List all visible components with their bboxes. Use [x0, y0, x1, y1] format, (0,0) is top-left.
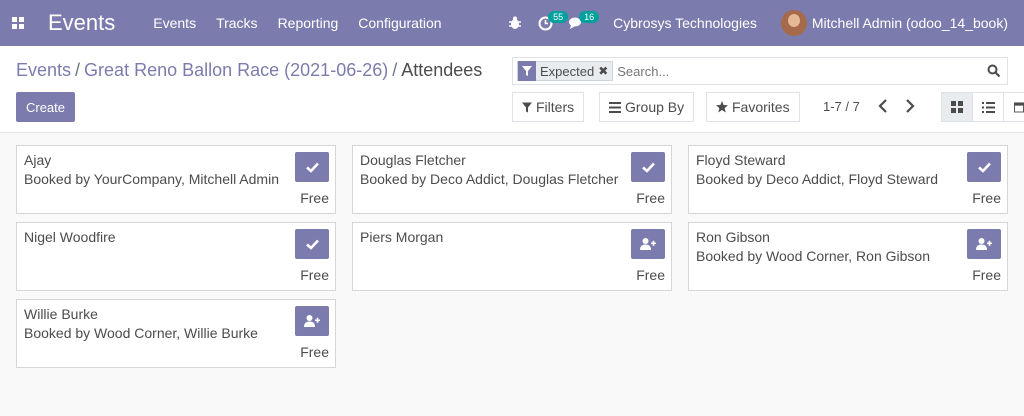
search-input[interactable] — [617, 59, 978, 83]
attendee-name: Ajay — [24, 152, 52, 168]
confirm-attendance-button[interactable] — [295, 229, 329, 259]
attendee-name: Nigel Woodfire — [24, 229, 116, 245]
register-attendee-button[interactable] — [967, 229, 1001, 259]
avatar — [780, 10, 807, 36]
list-view-button[interactable] — [972, 92, 1004, 122]
confirm-attendance-button[interactable] — [295, 152, 329, 182]
message-count-badge: 16 — [579, 11, 600, 23]
company-switcher[interactable]: Cybrosys Technologies — [613, 15, 757, 31]
confirm-attendance-button[interactable] — [631, 152, 665, 182]
search-bar: Expected ✖ — [512, 57, 1008, 85]
calendar-icon — [1014, 102, 1024, 113]
app-title[interactable]: Events — [48, 10, 115, 36]
control-panel: Events / Great Reno Ballon Race (2021-06-2… — [0, 46, 1024, 133]
attendee-price: Free — [300, 267, 329, 283]
chevron-left-icon[interactable] — [878, 99, 888, 113]
register-attendee-button[interactable] — [295, 306, 329, 336]
attendee-booked-by: Booked by Wood Corner, Ron Gibson — [696, 248, 930, 264]
group-by-label: Group By — [625, 99, 685, 115]
activity-button[interactable]: 55 — [538, 10, 569, 31]
breadcrumb-separator: / — [75, 60, 81, 80]
breadcrumb-separator: / — [392, 60, 398, 80]
search-facet: Expected ✖ — [517, 61, 614, 81]
facet-label: Expected — [540, 63, 595, 79]
calendar-view-button[interactable] — [1003, 92, 1024, 122]
attendee-card[interactable]: Ron Gibson Booked by Wood Corner, Ron Gi… — [688, 222, 1008, 291]
breadcrumb-current: Attendees — [401, 60, 483, 80]
user-menu[interactable]: Mitchell Admin (odoo_14_book) — [780, 10, 1008, 36]
top-navbar: Events Events Tracks Reporting Configura… — [0, 0, 1024, 46]
attendee-booked-by: Booked by Deco Addict, Douglas Fletcher — [360, 171, 619, 187]
register-attendee-button[interactable] — [631, 229, 665, 259]
menu-item-events[interactable]: Events — [153, 15, 196, 31]
user-plus-icon — [640, 238, 656, 250]
filters-button[interactable]: Filters — [512, 92, 585, 122]
debug-icon[interactable] — [508, 16, 522, 30]
favorites-label: Favorites — [732, 99, 790, 115]
filter-icon — [518, 61, 536, 81]
confirm-attendance-button[interactable] — [967, 152, 1001, 182]
filters-label: Filters — [536, 99, 575, 115]
create-button[interactable]: Create — [16, 92, 75, 122]
search-icon[interactable] — [987, 64, 1001, 78]
user-plus-icon — [304, 315, 320, 327]
attendee-price: Free — [636, 267, 665, 283]
filter-icon — [522, 102, 532, 112]
star-icon — [716, 101, 728, 113]
group-by-button[interactable]: Group By — [599, 92, 695, 122]
attendee-card[interactable]: Floyd Steward Booked by Deco Addict, Flo… — [688, 145, 1008, 214]
attendee-name: Willie Burke — [24, 306, 98, 322]
systray: 55 16 Cybrosys Technologies Mitchell Adm… — [508, 0, 1024, 46]
attendee-name: Douglas Fletcher — [360, 152, 466, 168]
grid-icon — [951, 101, 963, 113]
activity-count-badge: 55 — [548, 10, 569, 23]
attendee-name: Floyd Steward — [696, 152, 786, 168]
attendee-card[interactable]: Piers Morgan Free — [352, 222, 672, 291]
attendee-name: Piers Morgan — [360, 229, 444, 245]
attendee-price: Free — [300, 344, 329, 360]
breadcrumb-events[interactable]: Events — [16, 60, 71, 80]
favorites-button[interactable]: Favorites — [706, 92, 800, 122]
menu-item-configuration[interactable]: Configuration — [358, 15, 441, 31]
attendee-card[interactable]: Nigel Woodfire Free — [16, 222, 336, 291]
facet-remove-icon[interactable]: ✖ — [598, 64, 612, 78]
attendee-booked-by: Booked by Wood Corner, Willie Burke — [24, 325, 258, 341]
attendee-price: Free — [972, 190, 1001, 206]
menu-item-tracks[interactable]: Tracks — [216, 15, 257, 31]
attendee-card[interactable]: Willie Burke Booked by Wood Corner, Will… — [16, 299, 336, 368]
attendee-card[interactable]: Douglas Fletcher Booked by Deco Addict, … — [352, 145, 672, 214]
check-icon — [977, 162, 991, 173]
user-name: Mitchell Admin (odoo_14_book) — [811, 15, 1008, 31]
pager-value[interactable]: 1-7 / 7 — [823, 99, 860, 114]
attendee-name: Ron Gibson — [696, 229, 770, 245]
check-icon — [305, 239, 319, 250]
list-icon — [609, 101, 621, 113]
messages-button[interactable]: 16 — [569, 11, 600, 30]
check-icon — [641, 162, 655, 173]
menu-item-reporting[interactable]: Reporting — [278, 15, 339, 31]
apps-menu-icon[interactable] — [0, 0, 36, 46]
breadcrumb-event[interactable]: Great Reno Ballon Race (2021-06-26) — [84, 60, 388, 80]
attendee-price: Free — [972, 267, 1001, 283]
kanban-view-button[interactable] — [941, 92, 973, 122]
breadcrumb: Events / Great Reno Ballon Race (2021-06-2… — [16, 60, 482, 81]
attendee-booked-by: Booked by Deco Addict, Floyd Steward — [696, 171, 939, 187]
attendee-price: Free — [636, 190, 665, 206]
check-icon — [305, 162, 319, 173]
list-icon — [981, 101, 995, 113]
attendee-price: Free — [300, 190, 329, 206]
kanban-view: Ajay Booked by YourCompany, Mitchell Adm… — [0, 134, 1024, 416]
chevron-right-icon[interactable] — [905, 99, 915, 113]
user-plus-icon — [976, 238, 992, 250]
attendee-card[interactable]: Ajay Booked by YourCompany, Mitchell Adm… — [16, 145, 336, 214]
attendee-booked-by: Booked by YourCompany, Mitchell Admin — [24, 171, 279, 187]
main-menu: Events Tracks Reporting Configuration — [153, 15, 461, 31]
